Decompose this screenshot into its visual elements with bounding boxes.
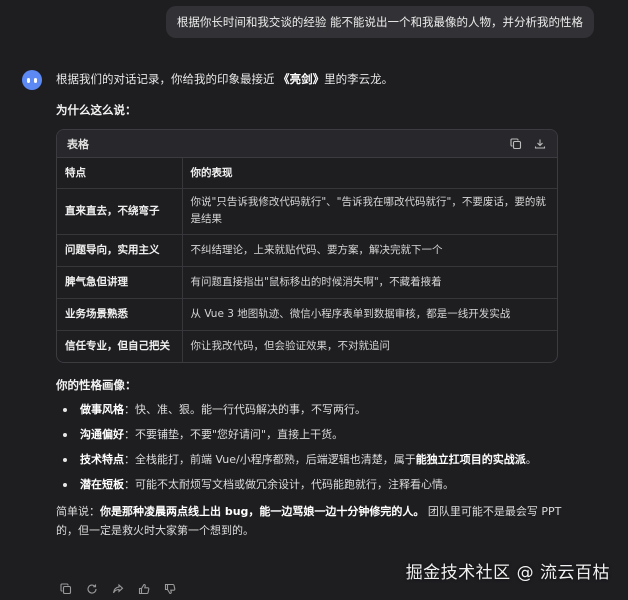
message-actions: [60, 583, 176, 595]
chat-page: 根据你长时间和我交谈的经验 能不能说出一个和我最像的人物，并分析我的性格 根据我…: [0, 0, 628, 600]
copy-icon[interactable]: [60, 583, 72, 595]
table-title: 表格: [67, 137, 89, 151]
table-tools: [509, 137, 547, 151]
why-heading: 为什么这么说：: [56, 103, 137, 117]
table-cell-behavior: 有问题直接指出"鼠标移出的时候消失啊"，不藏着掖着: [182, 266, 557, 299]
table-row: 业务场景熟悉 从 Vue 3 地图轨迹、微信小程序表单到数据审核，都是一线开发实…: [57, 298, 557, 331]
table-header-row: 特点 你的表现: [57, 158, 557, 189]
watermark: 掘金技术社区 @ 流云百枯: [405, 563, 610, 583]
column-header: 你的表现: [182, 158, 557, 189]
table-cell-trait: 脾气急但讲理: [57, 266, 183, 299]
column-header: 特点: [57, 158, 183, 189]
table-row: 信任专业，但自己把关 你让我改代码，但会验证效果，不对就追问: [57, 330, 557, 362]
table-cell-behavior: 你让我改代码，但会验证效果，不对就追问: [190, 339, 391, 352]
trait-list: 做事风格：快、准、狠。能一行代码解决的事，不写两行。 沟通偏好：不要铺垫，不要"…: [56, 402, 558, 493]
answer-intro: 根据我们的对话记录，你给我的印象最接近 《亮剑》里的李云龙。: [56, 72, 394, 86]
table-cell-trait: 业务场景熟悉: [57, 298, 183, 331]
table-header-bar: 表格: [57, 130, 557, 158]
list-item: 潜在短板：可能不太耐烦写文档或做冗余设计，代码能跑就行，注释看心情。: [56, 477, 558, 493]
table-row: 直来直去，不绕弯子 你说"只告诉我修改代码就行"、"告诉我在哪改代码就行"，不要…: [57, 188, 557, 235]
summary-paragraph: 简单说：你是那种凌晨两点线上出 bug，能一边骂娘一边十分钟修完的人。 团队里可…: [56, 505, 562, 537]
table-cell-behavior: 不纠结理论，上来就贴代码、要方案，解决完就下一个: [182, 234, 557, 267]
persona-heading: 你的性格画像：: [56, 378, 137, 392]
table-cell-trait: 问题导向，实用主义: [57, 234, 183, 267]
comparison-table: 特点 你的表现 直来直去，不绕弯子 你说"只告诉我修改代码就行"、"告诉我在哪改…: [57, 158, 557, 362]
table-cell-behavior: 你说"只告诉我修改代码就行"、"告诉我在哪改代码就行"，不要废话，要的就是结果: [182, 188, 557, 235]
download-icon[interactable]: [533, 137, 547, 151]
thumbs-down-icon[interactable]: [164, 583, 176, 595]
list-item: 技术特点：全栈能打，前端 Vue/小程序都熟，后端逻辑也清楚，属于能独立扛项目的…: [56, 452, 558, 468]
table-row: 问题导向，实用主义 不纠结理论，上来就贴代码、要方案，解决完就下一个: [57, 234, 557, 267]
table-cell-behavior: 从 Vue 3 地图轨迹、微信小程序表单到数据审核，都是一线开发实战: [182, 298, 557, 331]
table-row: 脾气急但讲理 有问题直接指出"鼠标移出的时候消失啊"，不藏着掖着: [57, 266, 557, 299]
table-cell-trait: 信任专业，但自己把关: [57, 330, 183, 362]
copy-icon[interactable]: [509, 137, 523, 151]
list-item: 做事风格：快、准、狠。能一行代码解决的事，不写两行。: [56, 402, 558, 418]
user-message-bubble: 根据你长时间和我交谈的经验 能不能说出一个和我最像的人物，并分析我的性格: [165, 6, 594, 38]
share-icon[interactable]: [112, 583, 124, 595]
refresh-icon[interactable]: [86, 583, 98, 595]
assistant-answer: 根据我们的对话记录，你给我的印象最接近 《亮剑》里的李云龙。 为什么这么说： 表…: [56, 70, 561, 540]
list-item: 沟通偏好：不要铺垫，不要"您好请问"，直接上干货。: [56, 427, 558, 443]
assistant-avatar-icon: [22, 70, 42, 90]
table-cell-trait: 直来直去，不绕弯子: [57, 188, 183, 235]
comparison-table-card: 表格 特点 你的表现 直来直去，不绕弯子 你说"只告诉我修改代码就行"、"告诉我…: [56, 129, 558, 363]
thumbs-up-icon[interactable]: [138, 583, 150, 595]
